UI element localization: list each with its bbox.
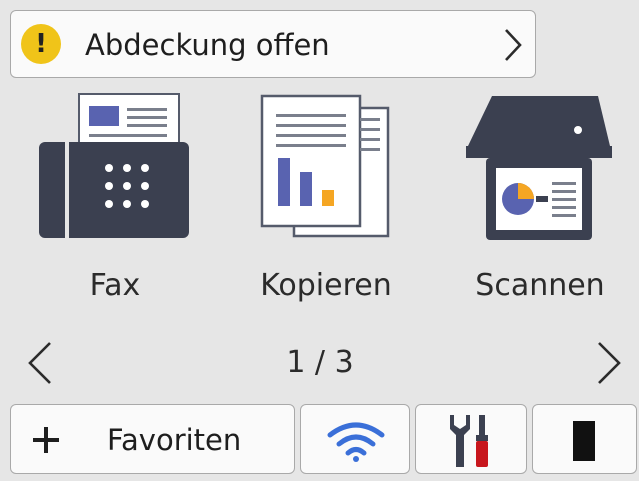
warning-icon: ! [21,24,61,64]
error-status-bar[interactable]: ! Abdeckung offen [10,10,536,78]
tile-label-scan: Scannen [475,268,605,303]
scan-icon [466,96,612,240]
wifi-icon [327,422,385,462]
tools-button[interactable] [415,404,527,474]
page-indicator: 1 / 3 [286,345,354,380]
toner-button[interactable] [532,404,637,474]
previous-page-arrow[interactable] [26,340,54,386]
tile-label-fax: Fax [89,268,141,303]
favorites-label: Favoriten [107,423,242,457]
tile-label-copy: Kopieren [260,268,392,303]
fax-icon [39,93,189,238]
chevron-right-icon [505,29,522,61]
copy-button[interactable]: Kopieren [238,90,414,322]
scan-button[interactable]: Scannen [452,90,628,322]
favorites-button[interactable]: Favoriten [10,404,295,474]
home-screen: ! Abdeckung offen Fax Kopieren Scannen 1… [0,0,639,481]
wifi-button[interactable] [300,404,410,474]
tools-icon [450,415,488,467]
copy-icon [260,94,390,238]
next-page-arrow[interactable] [595,340,623,386]
status-message: Abdeckung offen [85,28,330,62]
warning-icon-glyph: ! [35,29,47,59]
fax-button[interactable]: Fax [27,90,203,322]
toner-icon [573,421,595,461]
plus-icon [33,427,59,453]
